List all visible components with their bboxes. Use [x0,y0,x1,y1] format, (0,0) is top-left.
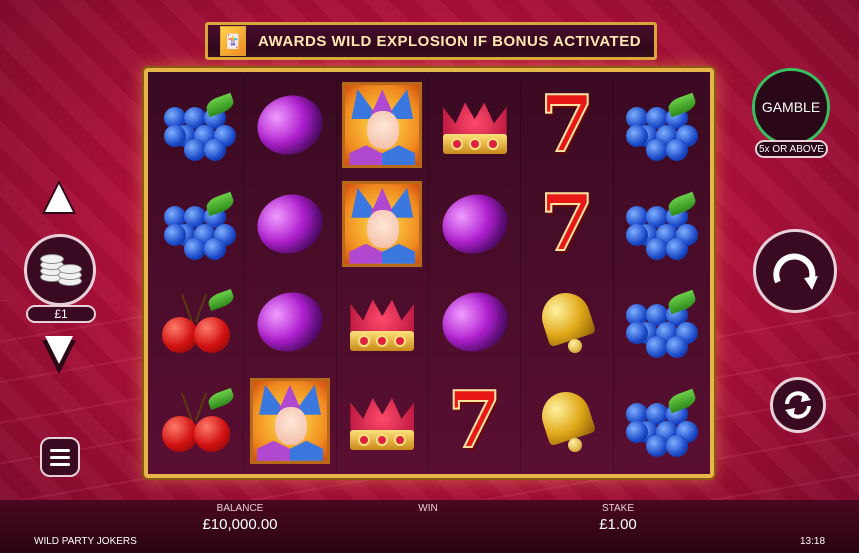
reel-cell [244,371,337,470]
stake-button[interactable] [24,234,96,306]
crown-symbol-icon [344,386,420,456]
reel-cell: 7 [521,76,614,175]
plum-symbol-icon [433,185,516,263]
reel-cell: 7 [429,371,522,470]
gamble-button[interactable]: GAMBLE [752,68,830,146]
reel-cell [429,174,522,273]
reel-cell [337,174,429,273]
stake-display: STAKE £1.00 [588,503,648,533]
reel-cell [244,76,337,175]
reel-cell [429,273,522,372]
joker-symbol-icon [249,377,330,464]
reel-cell [337,273,429,372]
crown-symbol-icon [344,287,420,357]
gamble-condition-label: 5x OR ABOVE [755,140,828,158]
reel-cell [521,273,614,372]
blueberry-symbol-icon [160,92,236,162]
blueberry-symbol-icon [622,92,698,162]
blueberry-symbol-icon [622,289,698,359]
reels-grid: 777 [152,76,706,470]
stake-label: STAKE [601,503,635,514]
balance-label: BALANCE [216,503,264,514]
game-title: WILD PARTY JOKERS [34,536,137,547]
reel-cell [152,174,245,273]
reel-cell [614,76,706,175]
win-label: WIN [418,503,438,514]
autoplay-icon [785,391,811,419]
plum-symbol-icon [249,86,331,164]
reel-cell [614,175,706,274]
stake-decrease-button[interactable] [42,336,76,374]
balance-value: £10,000.00 [202,516,278,533]
reel-cell [244,273,337,372]
win-display: WIN [398,503,458,516]
reel-cell [614,273,706,372]
cherry-symbol-icon [160,289,236,355]
stake-level-label: £1 [26,305,96,323]
blueberry-symbol-icon [622,191,698,260]
plum-symbol-icon [249,283,331,361]
stake-increase-button[interactable] [42,180,76,214]
reel-cell [244,174,337,273]
coin-stack-icon [38,250,82,290]
balance-display: BALANCE £10,000.00 [195,503,285,533]
spin-arrow-icon [773,253,818,290]
reel-cell [152,371,245,470]
gamble-label: GAMBLE [761,99,821,115]
seven-symbol-icon: 7 [539,79,595,171]
autoplay-button[interactable] [770,377,826,433]
seven-symbol-icon: 7 [447,374,503,466]
bell-symbol-icon [534,287,600,357]
stake-value: £1.00 [599,516,637,533]
menu-icon [50,448,70,452]
reel-cell [337,76,429,175]
reel-cell [152,273,245,372]
feature-banner: 🃏 AWARDS WILD EXPLOSION IF BONUS ACTIVAT… [205,22,657,60]
spin-button[interactable] [753,229,837,313]
clock: 13:18 [800,536,826,547]
crown-symbol-icon [437,90,513,160]
seven-symbol-icon: 7 [539,177,595,269]
cherry-symbol-icon [160,387,236,454]
menu-button[interactable] [40,437,80,477]
joker-symbol-icon [342,82,423,169]
plum-symbol-icon [433,283,516,361]
blueberry-symbol-icon [160,191,236,260]
banner-text: AWARDS WILD EXPLOSION IF BONUS ACTIVATED [258,32,642,50]
plum-symbol-icon [249,185,331,263]
joker-icon: 🃏 [220,26,246,56]
reels-frame: 777 [144,68,714,478]
joker-symbol-icon [342,180,423,267]
blueberry-symbol-icon [622,388,698,457]
reel-cell [614,372,706,471]
reel-cell: 7 [521,174,614,273]
reel-cell [429,76,522,175]
reel-cell [521,371,614,470]
reel-cell [152,76,245,175]
bell-symbol-icon [534,385,600,456]
reel-cell [337,371,429,470]
